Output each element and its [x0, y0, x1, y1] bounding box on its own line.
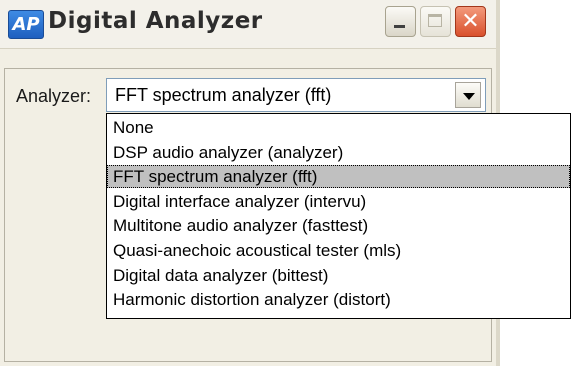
- title-bar[interactable]: AP Digital Analyzer ✕: [0, 0, 571, 49]
- analyzer-select-value: FFT spectrum analyzer (fft): [115, 85, 332, 105]
- minimize-button[interactable]: [385, 6, 416, 37]
- window-title: Digital Analyzer: [48, 8, 263, 34]
- dropdown-button[interactable]: [455, 82, 481, 108]
- dropdown-option[interactable]: None: [107, 116, 570, 139]
- analyzer-label: Analyzer:: [16, 86, 92, 106]
- maximize-button[interactable]: [420, 6, 451, 37]
- close-icon: ✕: [461, 9, 480, 34]
- dropdown-option[interactable]: DSP audio analyzer (analyzer): [107, 141, 570, 164]
- minimize-icon: [394, 25, 405, 28]
- dropdown-option[interactable]: Quasi-anechoic acoustical tester (mls): [107, 239, 570, 262]
- chevron-down-icon: [463, 93, 475, 100]
- dropdown-option[interactable]: Multitone audio analyzer (fasttest): [107, 214, 570, 237]
- analyzer-select[interactable]: FFT spectrum analyzer (fft): [106, 78, 486, 112]
- dropdown-option[interactable]: FFT spectrum analyzer (fft): [107, 165, 570, 189]
- maximize-icon: [428, 14, 442, 27]
- dropdown-option[interactable]: Digital data analyzer (bittest): [107, 264, 570, 287]
- dropdown-option[interactable]: Harmonic distortion analyzer (distort): [107, 288, 570, 311]
- analyzer-dropdown-list[interactable]: None DSP audio analyzer (analyzer) FFT spe…: [106, 113, 571, 319]
- close-button[interactable]: ✕: [455, 6, 486, 37]
- dropdown-option[interactable]: Digital interface analyzer (intervu): [107, 190, 570, 213]
- app-logo-icon[interactable]: AP: [8, 10, 44, 39]
